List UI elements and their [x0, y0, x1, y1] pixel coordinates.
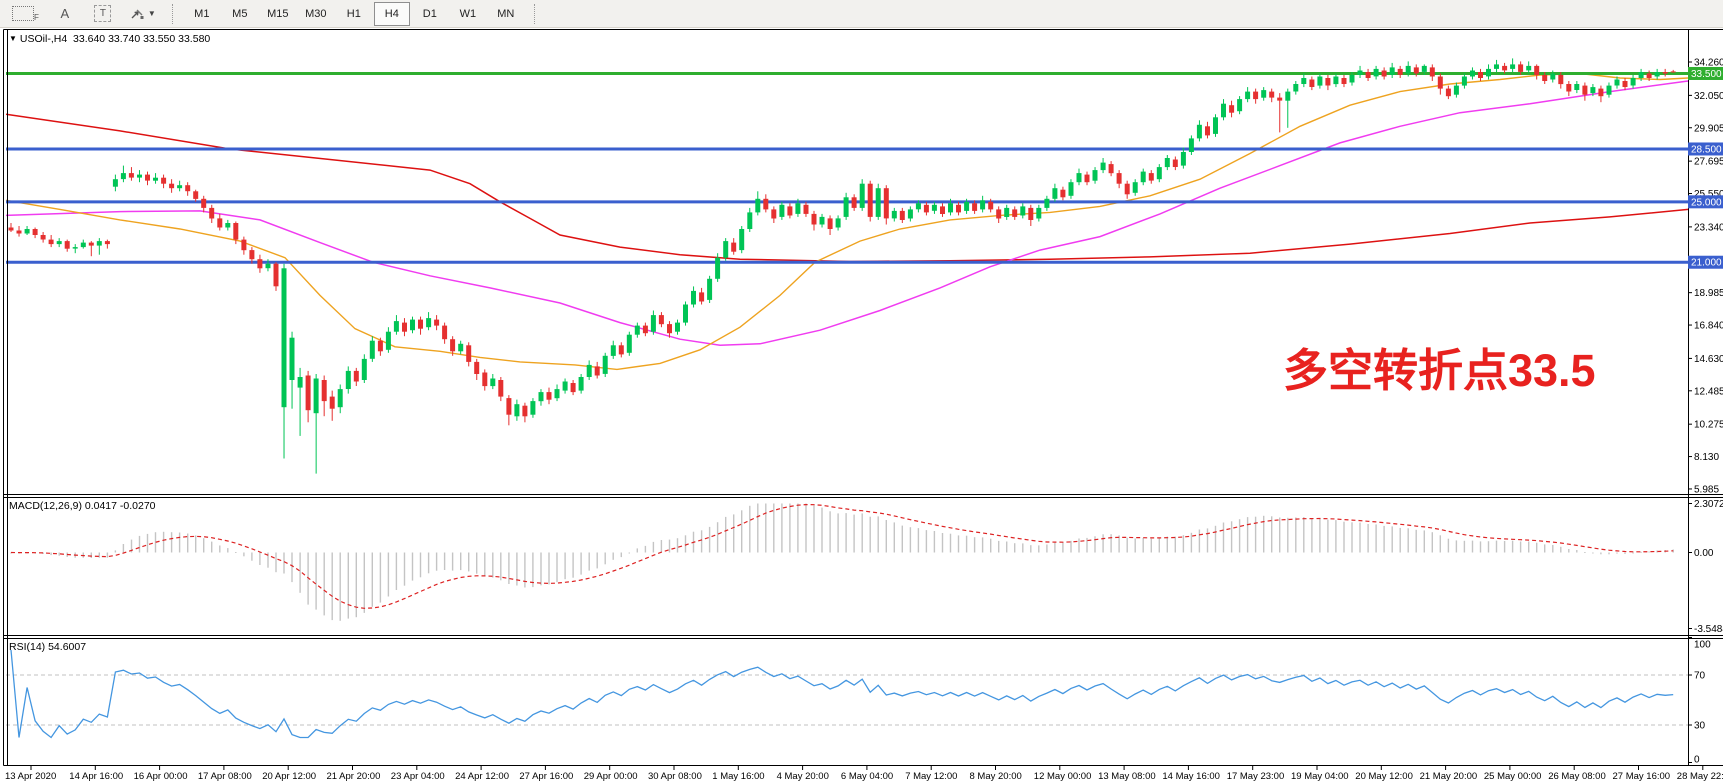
arrows-tool-button[interactable]: ▼: [123, 2, 162, 26]
dropdown-caret-icon: ▼: [148, 9, 156, 18]
time-tick-label: 27 May 16:00: [1613, 771, 1671, 782]
price-tick-label: 29.905: [1694, 123, 1723, 134]
text-tool-icon: T: [94, 5, 111, 22]
time-tick-label: 25 May 00:00: [1484, 771, 1542, 782]
ma-slow-red: [6, 114, 1688, 261]
time-tick-label: 16 Apr 00:00: [134, 771, 188, 782]
price-tick-label: 10.275: [1694, 420, 1723, 431]
time-tick-label: 20 Apr 12:00: [262, 771, 316, 782]
rsi-tick-label: 0: [1694, 755, 1700, 766]
price-annotation-text: 多空转折点33.5: [1283, 334, 1596, 399]
price-level-badge-value: 25.000: [1691, 197, 1722, 208]
dotted-frame-icon: [12, 6, 34, 21]
time-tick-label: 19 May 04:00: [1291, 771, 1349, 782]
timeframe-button-w1[interactable]: W1: [450, 2, 486, 26]
rsi-tick-label: 70: [1694, 671, 1706, 682]
timeframe-button-mn[interactable]: MN: [488, 2, 524, 26]
price-level-badge-value: 21.000: [1691, 258, 1722, 269]
f-label: F: [34, 13, 39, 22]
time-tick-label: 14 Apr 16:00: [69, 771, 123, 782]
price-tick-label: 8.130: [1694, 452, 1719, 463]
price-tick-label: 16.840: [1694, 321, 1723, 332]
toolbar-separator: [172, 4, 176, 24]
letter-a-icon: A: [61, 6, 70, 21]
price-tick-label: 18.985: [1694, 288, 1723, 299]
timeframe-button-h1[interactable]: H1: [336, 2, 372, 26]
timeframe-button-m30[interactable]: M30: [298, 2, 334, 26]
time-tick-label: 7 May 12:00: [905, 771, 957, 782]
time-tick-label: 17 Apr 08:00: [198, 771, 252, 782]
time-tick-label: 17 May 23:00: [1227, 771, 1285, 782]
rsi-line: [11, 650, 1673, 738]
rsi-tick-label: 100: [1694, 640, 1711, 651]
time-tick-label: 26 May 08:00: [1548, 771, 1606, 782]
diagonal-arrows-icon: [129, 7, 145, 21]
price-tick-label: 27.695: [1694, 157, 1723, 168]
time-tick-label: 13 Apr 2020: [5, 771, 56, 782]
time-tick-label: 14 May 16:00: [1162, 771, 1220, 782]
macd-tick-label: -3.5484: [1694, 624, 1723, 635]
time-tick-label: 6 May 04:00: [841, 771, 893, 782]
time-tick-label: 4 May 20:00: [777, 771, 829, 782]
time-tick-label: 30 Apr 08:00: [648, 771, 702, 782]
time-tick-label: 23 Apr 04:00: [391, 771, 445, 782]
timeframe-button-m1[interactable]: M1: [184, 2, 220, 26]
timeframe-button-h4[interactable]: H4: [374, 2, 410, 26]
time-tick-label: 28 May 22:00: [1677, 771, 1723, 782]
label-tool-button[interactable]: A: [47, 2, 83, 26]
rsi-indicator-label: RSI(14) 54.6007: [9, 641, 86, 653]
price-tick-label: 34.260: [1694, 58, 1723, 69]
chart-title: ▼USOil-,H4 33.640 33.740 33.550 33.580: [9, 33, 210, 45]
chart-symbol-period: USOil-,H4: [20, 33, 67, 45]
time-tick-label: 1 May 16:00: [712, 771, 764, 782]
macd-indicator-label: MACD(12,26,9) 0.0417 -0.0270: [9, 500, 156, 512]
price-tick-label: 12.485: [1694, 386, 1723, 397]
timeframe-button-m15[interactable]: M15: [260, 2, 296, 26]
macd-histogram: [10, 504, 1674, 621]
time-tick-label: 12 May 00:00: [1034, 771, 1092, 782]
price-level-badge-value: 33.500: [1691, 69, 1722, 80]
time-tick-label: 8 May 20:00: [970, 771, 1022, 782]
time-tick-label: 27 Apr 16:00: [519, 771, 573, 782]
time-tick-label: 13 May 08:00: [1098, 771, 1156, 782]
toolbar-separator: [534, 4, 538, 24]
time-tick-label: 29 Apr 00:00: [584, 771, 638, 782]
time-tick-label: 21 Apr 20:00: [327, 771, 381, 782]
price-tick-label: 32.050: [1694, 91, 1723, 102]
macd-tick-label: 0.00: [1694, 548, 1714, 559]
price-tick-label: 14.630: [1694, 354, 1723, 365]
macd-tick-label: 2.3072: [1694, 499, 1723, 510]
timeframe-button-d1[interactable]: D1: [412, 2, 448, 26]
timeframe-button-m5[interactable]: M5: [222, 2, 258, 26]
template-f-button[interactable]: F: [6, 2, 45, 26]
toolbar: F A T ▼ M1M5M15M30H1H4D1W1MN: [0, 0, 1723, 28]
price-tick-label: 5.985: [1694, 484, 1719, 495]
timeframe-button-group: M1M5M15M30H1H4D1W1MN: [183, 2, 525, 26]
text-tool-button[interactable]: T: [85, 2, 121, 26]
time-tick-label: 20 May 12:00: [1355, 771, 1413, 782]
rsi-tick-label: 30: [1694, 721, 1706, 732]
chart-ohlc-values: 33.640 33.740 33.550 33.580: [73, 33, 210, 45]
time-tick-label: 24 Apr 12:00: [455, 771, 509, 782]
chart-title-collapse-icon[interactable]: ▼: [9, 34, 17, 43]
price-tick-label: 23.340: [1694, 222, 1723, 233]
price-level-badge-value: 28.500: [1691, 144, 1722, 155]
time-tick-label: 21 May 20:00: [1420, 771, 1478, 782]
